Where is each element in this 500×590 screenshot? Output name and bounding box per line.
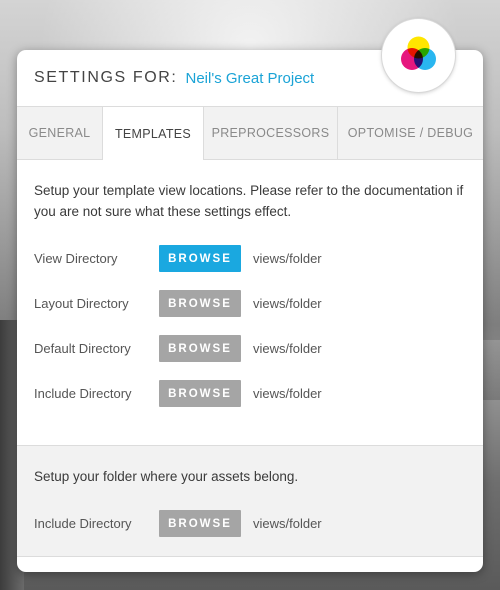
row-path: views/folder xyxy=(253,516,322,531)
layout-directory-browse-button[interactable]: BROWSE xyxy=(159,290,241,317)
row-path: views/folder xyxy=(253,296,322,311)
row-path: views/folder xyxy=(253,386,322,401)
view-directory-browse-button[interactable]: BROWSE xyxy=(159,245,241,272)
row-label: Default Directory xyxy=(34,341,131,356)
row-label: Include Directory xyxy=(34,516,132,531)
tab-templates[interactable]: TEMPLATES xyxy=(103,107,204,160)
layout-directory-row: Layout Directory BROWSE views/folder xyxy=(34,281,466,326)
tab-preprocessors[interactable]: PREPROCESSORS xyxy=(204,107,338,159)
include-directory-row: Include Directory BROWSE views/folder xyxy=(34,371,466,416)
assets-section: Setup your folder where your assets belo… xyxy=(17,445,483,557)
assets-include-directory-browse-button[interactable]: BROWSE xyxy=(159,510,241,537)
templates-section: Setup your template view locations. Plea… xyxy=(17,160,483,445)
tab-optomise-debug[interactable]: OPTOMISE / DEBUG xyxy=(338,107,483,159)
tab-general[interactable]: GENERAL xyxy=(17,107,103,159)
project-name: Neil's Great Project xyxy=(185,69,315,87)
row-label: Layout Directory xyxy=(34,296,129,311)
cmy-circles-logo-icon xyxy=(382,19,455,92)
settings-for-label: SETTINGS FOR: xyxy=(34,69,178,86)
row-path: views/folder xyxy=(253,251,322,266)
settings-panel: SETTINGS FOR: Neil's Great Project GENER… xyxy=(17,50,483,572)
logo-svg xyxy=(401,36,436,70)
default-directory-row: Default Directory BROWSE views/folder xyxy=(34,326,466,371)
row-label: Include Directory xyxy=(34,386,132,401)
assets-intro-text: Setup your folder where your assets belo… xyxy=(34,469,299,484)
row-label: View Directory xyxy=(34,251,118,266)
view-directory-row: View Directory BROWSE views/folder xyxy=(34,236,466,281)
default-directory-browse-button[interactable]: BROWSE xyxy=(159,335,241,362)
include-directory-browse-button[interactable]: BROWSE xyxy=(159,380,241,407)
tab-bar: GENERAL TEMPLATES PREPROCESSORS OPTOMISE… xyxy=(17,107,483,160)
templates-intro-text: Setup your template view locations. Plea… xyxy=(34,183,464,219)
assets-include-directory-row: Include Directory BROWSE views/folder xyxy=(34,501,466,546)
row-path: views/folder xyxy=(253,341,322,356)
